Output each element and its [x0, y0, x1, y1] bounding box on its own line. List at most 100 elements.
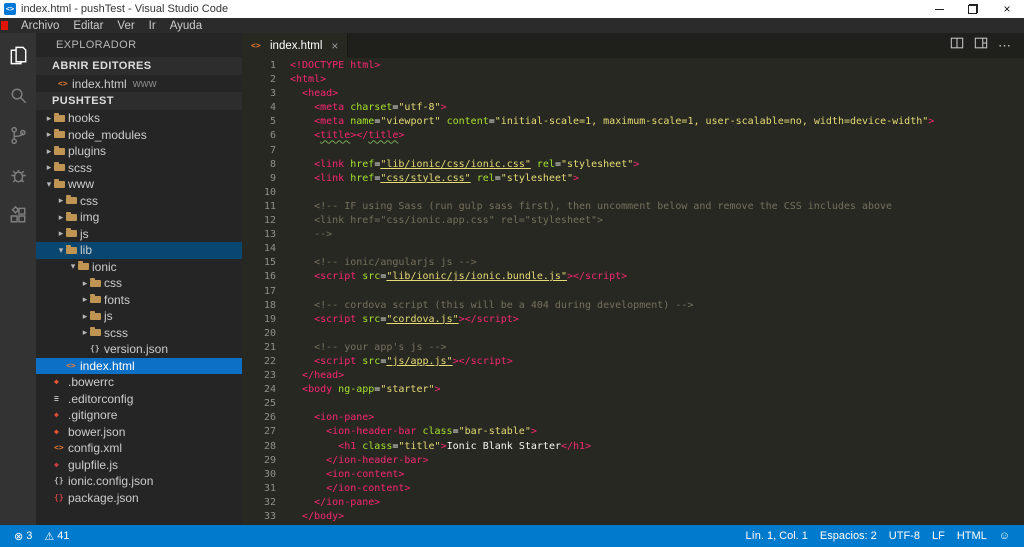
code-line-14[interactable]: 14: [242, 242, 1024, 256]
code-line-21[interactable]: 21 <!-- your app's js -->: [242, 341, 1024, 355]
split-editor-icon[interactable]: [950, 36, 964, 55]
code-line-23[interactable]: 23 </head>: [242, 369, 1024, 383]
status-eol[interactable]: LF: [926, 525, 951, 547]
close-icon: ×: [1003, 2, 1011, 16]
code-line-8[interactable]: 8 <link href="lib/ionic/css/ionic.css" r…: [242, 158, 1024, 172]
activity-extensions-icon[interactable]: [0, 195, 36, 235]
folder-icon: [54, 145, 68, 155]
code-line-3[interactable]: 3 <head>: [242, 87, 1024, 101]
code-line-10[interactable]: 10: [242, 186, 1024, 200]
code-line-31[interactable]: 31 </ion-content>: [242, 482, 1024, 496]
open-editor-index.html[interactable]: <> index.html www: [36, 75, 242, 92]
tree-item-label: scss: [104, 325, 128, 340]
code-line-22[interactable]: 22 <script src="js/app.js"></script>: [242, 355, 1024, 369]
file-gulpfile.js[interactable]: ◆ gulpfile.js: [36, 457, 242, 474]
code-text: </head>: [302, 370, 345, 382]
code-line-33[interactable]: 33 </body>: [242, 510, 1024, 524]
folder-css[interactable]: ▸ css: [36, 275, 242, 292]
folder-js[interactable]: ▸ js: [36, 308, 242, 325]
code-line-5[interactable]: 5 <meta name="viewport" content="initial…: [242, 115, 1024, 129]
code-line-24[interactable]: 24 <body ng-app="starter">: [242, 383, 1024, 397]
code-line-7[interactable]: 7: [242, 144, 1024, 158]
code-line-2[interactable]: 2 <html>: [242, 73, 1024, 87]
menu-item-archivo[interactable]: Archivo: [14, 18, 66, 33]
code-line-11[interactable]: 11 <!-- IF using Sass (run gulp sass fir…: [242, 200, 1024, 214]
code-line-18[interactable]: 18 <!-- cordova script (this will be a 4…: [242, 299, 1024, 313]
folder-lib[interactable]: ▾ lib: [36, 242, 242, 259]
code-line-6[interactable]: 6 <title></title>: [242, 129, 1024, 143]
file-package.json[interactable]: {} package.json: [36, 490, 242, 507]
warnings-indicator[interactable]: ⚠ 41: [38, 525, 75, 547]
folder-fonts[interactable]: ▸ fonts: [36, 292, 242, 309]
folder-hooks[interactable]: ▸ hooks: [36, 110, 242, 127]
folder-www[interactable]: ▾ www: [36, 176, 242, 193]
editor-layout-icon[interactable]: [974, 36, 988, 55]
line-number: 18: [263, 299, 276, 311]
menu-item-ver[interactable]: Ver: [110, 18, 141, 33]
code-line-26[interactable]: 26 <ion-pane>: [242, 411, 1024, 425]
status-language-mode[interactable]: HTML: [951, 525, 993, 547]
status-encoding[interactable]: UTF-8: [883, 525, 926, 547]
menu-item-ayuda[interactable]: Ayuda: [163, 18, 209, 33]
minimize-button[interactable]: [922, 0, 956, 18]
folder-node_modules[interactable]: ▸ node_modules: [36, 127, 242, 144]
file-.editorconfig[interactable]: ≡ .editorconfig: [36, 391, 242, 408]
line-number: 21: [263, 341, 276, 353]
folder-js[interactable]: ▸ js: [36, 226, 242, 243]
code-line-28[interactable]: 28 <h1 class="title">Ionic Blank Starter…: [242, 440, 1024, 454]
status-bar: ⊗ 3 ⚠ 41 Lín. 1, Col. 1 Espacios: 2 UTF-8 LF HT…: [0, 525, 1024, 547]
folder-ionic[interactable]: ▾ ionic: [36, 259, 242, 276]
line-number: 33: [263, 511, 276, 522]
errors-indicator[interactable]: ⊗ 3: [8, 525, 38, 547]
menu-item-ir[interactable]: Ir: [142, 18, 163, 33]
activity-explorer-icon[interactable]: [0, 35, 36, 75]
restore-button[interactable]: [956, 0, 990, 18]
activity-debug-icon[interactable]: [0, 155, 36, 195]
code-line-25[interactable]: 25: [242, 397, 1024, 411]
feedback-smiley-icon[interactable]: ☺: [993, 525, 1016, 547]
code-line-30[interactable]: 30 <ion-content>: [242, 468, 1024, 482]
folder-scss[interactable]: ▸ scss: [36, 160, 242, 177]
code-line-12[interactable]: 12 <link href="css/ionic.app.css" rel="s…: [242, 214, 1024, 228]
folder-css[interactable]: ▸ css: [36, 193, 242, 210]
code-line-19[interactable]: 19 <script src="cordova.js"></script>: [242, 313, 1024, 327]
code-line-32[interactable]: 32 </ion-pane>: [242, 496, 1024, 510]
code-line-15[interactable]: 15 <!-- ionic/angularjs js -->: [242, 256, 1024, 270]
code-line-20[interactable]: 20: [242, 327, 1024, 341]
line-number: 11: [263, 200, 276, 212]
file-bower.json[interactable]: ◆ bower.json: [36, 424, 242, 441]
line-number: 12: [263, 215, 276, 227]
code-line-4[interactable]: 4 <meta charset="utf-8">: [242, 101, 1024, 115]
tab-close-icon[interactable]: ×: [331, 39, 338, 53]
code-line-13[interactable]: 13 -->: [242, 228, 1024, 242]
code-line-1[interactable]: 1 <!DOCTYPE html>: [242, 59, 1024, 73]
close-button[interactable]: ×: [990, 0, 1024, 18]
chevron-right-icon: ▸: [46, 129, 52, 140]
folder-img[interactable]: ▸ img: [36, 209, 242, 226]
line-number: 7: [269, 144, 276, 156]
file-.bowerrc[interactable]: ◆ .bowerrc: [36, 374, 242, 391]
tab-index.html[interactable]: <> index.html ×: [242, 33, 349, 58]
code-editor[interactable]: 1 <!DOCTYPE html> 2 <html> 3 <head> 4 <meta c…: [242, 58, 1024, 525]
code-line-29[interactable]: 29 </ion-header-bar>: [242, 454, 1024, 468]
folder-scss[interactable]: ▸ scss: [36, 325, 242, 342]
folder-plugins[interactable]: ▸ plugins: [36, 143, 242, 160]
activity-source-control-icon[interactable]: [0, 115, 36, 155]
activity-search-icon[interactable]: [0, 75, 36, 115]
file-ionic.config.json[interactable]: {} ionic.config.json: [36, 473, 242, 490]
file-config.xml[interactable]: <> config.xml: [36, 440, 242, 457]
html-file-icon: <>: [66, 360, 76, 370]
status-cursor-position[interactable]: Lín. 1, Col. 1: [740, 525, 814, 547]
status-indentation[interactable]: Espacios: 2: [814, 525, 883, 547]
menu-item-editar[interactable]: Editar: [66, 18, 110, 33]
open-editors-header[interactable]: ABRIR EDITORES: [36, 57, 242, 75]
code-line-9[interactable]: 9 <link href="css/style.css" rel="styles…: [242, 172, 1024, 186]
file-.gitignore[interactable]: ◆ .gitignore: [36, 407, 242, 424]
file-version.json[interactable]: {} version.json: [36, 341, 242, 358]
code-line-16[interactable]: 16 <script src="lib/ionic/js/ionic.bundl…: [242, 270, 1024, 284]
project-header[interactable]: PUSHTEST: [36, 92, 242, 110]
code-line-27[interactable]: 27 <ion-header-bar class="bar-stable">: [242, 425, 1024, 439]
file-index.html[interactable]: <> index.html: [36, 357, 242, 374]
more-actions-icon[interactable]: ⋯: [998, 38, 1012, 54]
code-line-17[interactable]: 17: [242, 285, 1024, 299]
